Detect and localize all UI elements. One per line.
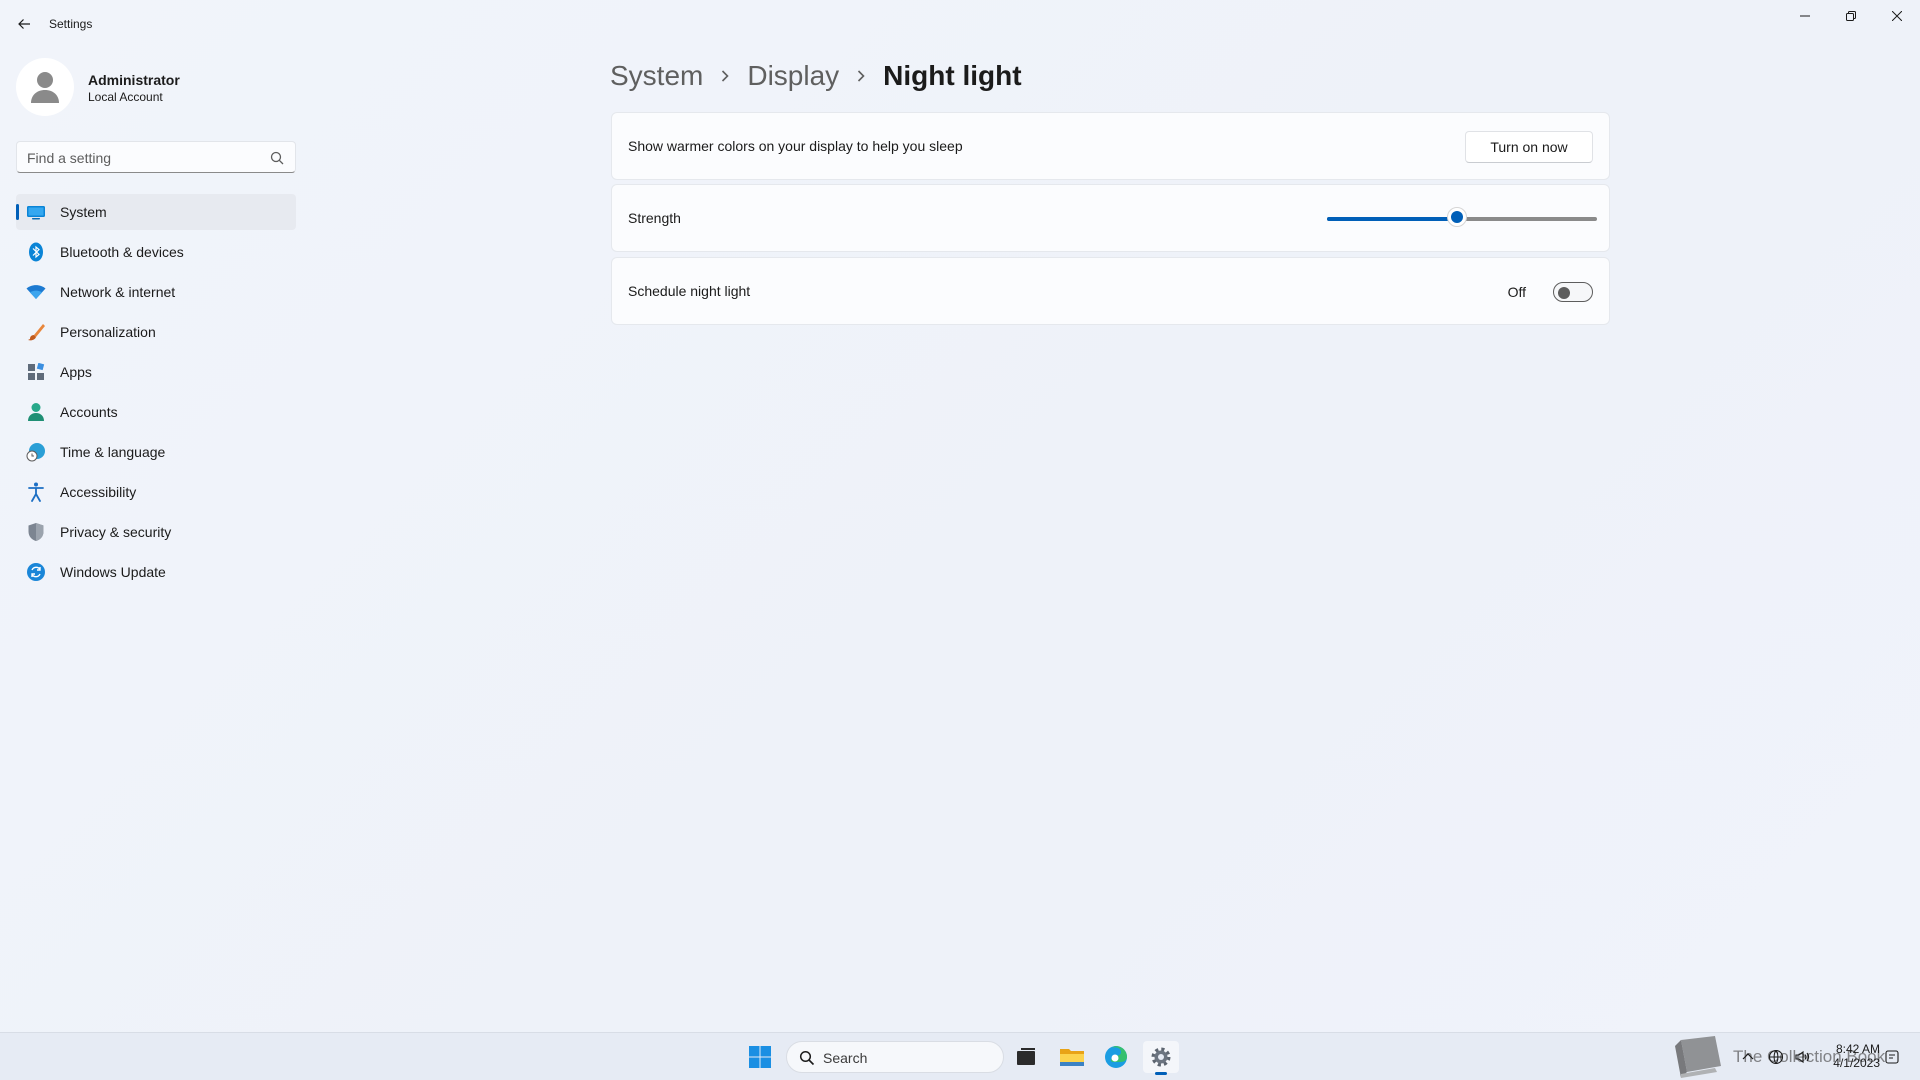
book-icon	[1675, 1036, 1721, 1078]
system-clock[interactable]: 8:42 AM 4/1/2023	[1820, 1042, 1880, 1070]
schedule-toggle[interactable]	[1553, 282, 1593, 302]
sidebar-item-label: Personalization	[60, 324, 156, 340]
shield-icon	[26, 522, 46, 542]
sidebar-nav: System Bluetooth & devices Network & int…	[16, 194, 296, 594]
profile-account-type: Local Account	[88, 90, 163, 104]
app-title: Settings	[49, 17, 93, 31]
sidebar-item-label: Accounts	[60, 404, 118, 420]
sidebar-item-accessibility[interactable]: Accessibility	[16, 474, 296, 510]
edge-button[interactable]	[1098, 1041, 1134, 1073]
user-avatar-icon	[31, 72, 59, 103]
schedule-card: Schedule night light Off	[611, 257, 1610, 325]
user-profile[interactable]: Administrator Local Account	[16, 58, 296, 116]
page-title: Night light	[883, 60, 1022, 91]
settings-window: Settings Administrator Local Account Sys…	[0, 0, 1920, 1032]
wifi-icon	[26, 282, 46, 302]
search-icon[interactable]	[269, 150, 285, 166]
schedule-state-text: Off	[1507, 284, 1526, 300]
sidebar-item-label: Bluetooth & devices	[60, 244, 184, 260]
settings-search[interactable]	[16, 141, 296, 173]
title-bar: Settings	[0, 0, 1920, 48]
turn-on-now-button[interactable]: Turn on now	[1465, 131, 1593, 163]
globe-clock-icon	[26, 442, 46, 462]
clock-date: 4/1/2023	[1833, 1056, 1880, 1070]
sidebar-item-windows-update[interactable]: Windows Update	[16, 554, 296, 590]
avatar[interactable]	[16, 58, 74, 116]
sidebar-item-personalization[interactable]: Personalization	[16, 314, 296, 350]
breadcrumb: System Display Night light	[610, 54, 1022, 98]
clock-time: 8:42 AM	[1835, 1042, 1880, 1056]
back-button[interactable]	[10, 10, 38, 38]
sidebar-item-privacy[interactable]: Privacy & security	[16, 514, 296, 550]
volume-icon[interactable]	[1794, 1049, 1810, 1065]
network-icon[interactable]	[1768, 1049, 1784, 1065]
search-icon	[799, 1050, 815, 1066]
slider-fill	[1327, 217, 1457, 221]
strength-card: Strength	[611, 184, 1610, 252]
sidebar-item-apps[interactable]: Apps	[16, 354, 296, 390]
start-icon	[749, 1046, 771, 1068]
sidebar-item-label: Windows Update	[60, 564, 166, 580]
task-view-icon	[1017, 1048, 1035, 1065]
apps-icon	[26, 362, 46, 382]
sidebar-item-label: System	[60, 204, 107, 220]
file-explorer-button[interactable]	[1054, 1041, 1090, 1073]
strength-slider[interactable]	[1327, 207, 1597, 229]
sidebar-item-time-language[interactable]: Time & language	[16, 434, 296, 470]
taskbar-search[interactable]: Search	[786, 1041, 1004, 1073]
minimize-button[interactable]	[1782, 0, 1828, 32]
person-icon	[26, 402, 46, 422]
sidebar-item-bluetooth[interactable]: Bluetooth & devices	[16, 234, 296, 270]
start-button[interactable]	[742, 1041, 778, 1073]
strength-label: Strength	[628, 210, 681, 226]
brush-icon	[26, 322, 46, 342]
chevron-up-icon[interactable]	[1740, 1049, 1756, 1065]
accessibility-icon	[26, 482, 46, 502]
sidebar-item-network[interactable]: Network & internet	[16, 274, 296, 310]
settings-taskbar-button[interactable]	[1143, 1041, 1179, 1075]
chevron-right-icon	[719, 69, 731, 83]
sidebar-item-label: Apps	[60, 364, 92, 380]
task-view-button[interactable]	[1008, 1041, 1044, 1073]
breadcrumb-display[interactable]: Display	[747, 60, 839, 92]
notification-icon[interactable]	[1884, 1049, 1900, 1065]
sidebar-item-accounts[interactable]: Accounts	[16, 394, 296, 430]
sidebar-item-label: Network & internet	[60, 284, 176, 300]
close-icon	[1892, 11, 1902, 21]
bluetooth-icon	[26, 242, 46, 262]
night-light-description: Show warmer colors on your display to he…	[628, 138, 963, 154]
update-icon	[26, 562, 46, 582]
sidebar-item-system[interactable]: System	[16, 194, 296, 230]
taskbar: Search The Collection Book 8:42 AM 4/1/2…	[0, 1032, 1920, 1080]
sidebar-item-label: Privacy & security	[60, 524, 172, 540]
restore-icon	[1846, 11, 1856, 21]
restore-button[interactable]	[1828, 0, 1874, 32]
sidebar-item-label: Accessibility	[60, 484, 137, 500]
search-input[interactable]	[27, 148, 257, 168]
profile-name: Administrator	[88, 72, 180, 88]
system-icon	[26, 202, 46, 222]
edge-icon	[1105, 1046, 1127, 1068]
settings-icon	[1151, 1047, 1171, 1067]
minimize-icon	[1800, 15, 1810, 17]
file-explorer-icon	[1060, 1049, 1084, 1066]
toggle-knob	[1558, 287, 1570, 299]
night-light-card: Show warmer colors on your display to he…	[611, 112, 1610, 180]
chevron-right-icon	[855, 69, 867, 83]
back-arrow-icon	[18, 19, 30, 29]
sidebar-item-label: Time & language	[60, 444, 166, 460]
taskbar-search-label: Search	[823, 1050, 868, 1066]
close-button[interactable]	[1874, 0, 1920, 32]
breadcrumb-system[interactable]: System	[610, 60, 703, 92]
schedule-label: Schedule night light	[628, 283, 751, 299]
slider-thumb[interactable]	[1446, 207, 1467, 227]
